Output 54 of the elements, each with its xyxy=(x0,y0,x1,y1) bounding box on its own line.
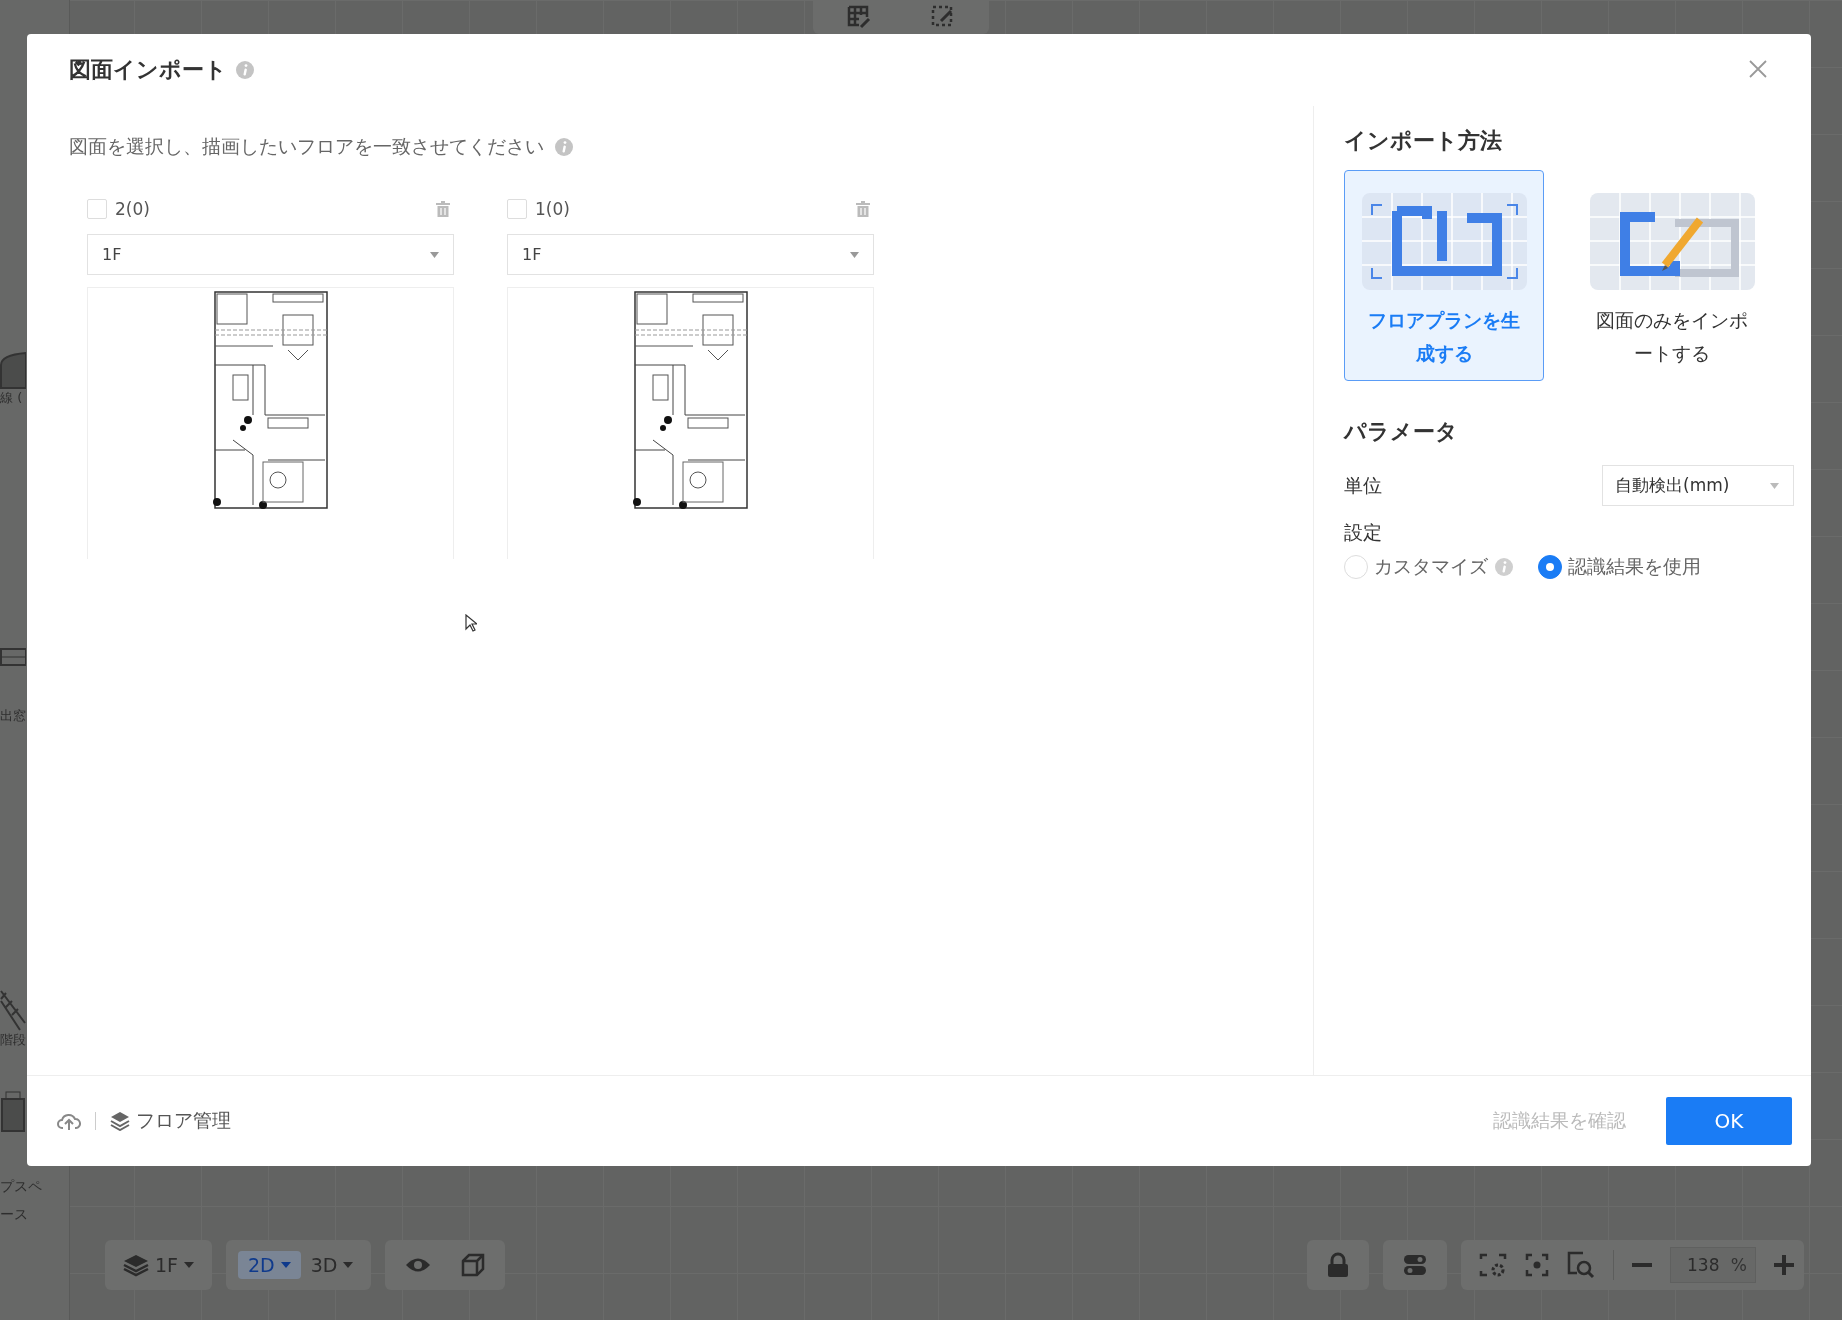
close-icon xyxy=(1749,59,1767,78)
view-mode-tab[interactable]: 2D xyxy=(238,1251,301,1279)
radio-label: 認識結果を使用 xyxy=(1568,554,1701,579)
drawing-name: 2(0) xyxy=(115,199,150,219)
unit-dropdown[interactable]: 自動検出(mm) xyxy=(1602,465,1794,506)
layers-icon xyxy=(110,1111,130,1131)
caret-icon xyxy=(280,1261,291,1269)
caret-icon xyxy=(430,251,439,258)
eye-icon[interactable] xyxy=(405,1256,432,1274)
radio-button[interactable] xyxy=(1538,555,1562,579)
caret-icon xyxy=(1770,482,1779,489)
trash-icon[interactable] xyxy=(856,201,870,217)
cursor-icon xyxy=(465,614,477,632)
dashed-edit-icon[interactable] xyxy=(931,5,955,29)
dialog-title: 図面インポート xyxy=(69,56,227,84)
caret-icon xyxy=(184,1261,195,1269)
trash-icon[interactable] xyxy=(436,201,450,217)
instruction-text: 図面を選択し、描画したいフロアを一致させてください xyxy=(69,134,544,159)
zoom-in-icon[interactable] xyxy=(1774,1255,1794,1275)
cabinet-drawing xyxy=(0,1089,26,1133)
field-label: 設定 xyxy=(1344,520,1383,545)
plan-pencil-icon xyxy=(1589,193,1755,290)
ok-button[interactable]: OK xyxy=(1666,1097,1792,1145)
sidebar-label: ース xyxy=(0,1205,29,1223)
section-title: パラメータ xyxy=(1344,418,1459,446)
radio-label: カスタマイズ xyxy=(1374,554,1488,579)
info-icon xyxy=(554,137,574,157)
info-icon xyxy=(235,60,255,80)
cube-icon[interactable] xyxy=(461,1253,486,1277)
view-mode-tab[interactable]: 3D xyxy=(304,1251,360,1279)
sidebar-label: 階段 xyxy=(0,1031,27,1049)
import-option[interactable]: フロアプランを生成する xyxy=(1344,170,1544,381)
layers-icon xyxy=(123,1253,149,1277)
floor-dropdown[interactable]: 1F xyxy=(507,234,874,275)
floor-management-button[interactable]: フロア管理 xyxy=(110,1108,231,1134)
view-settings-icon[interactable] xyxy=(1479,1253,1507,1277)
field-label: 単位 xyxy=(1344,472,1382,498)
drawing-name: 1(0) xyxy=(535,199,570,219)
zoom-unit: % xyxy=(1730,1255,1747,1275)
zoom-value: 138 xyxy=(1687,1255,1720,1275)
caret-icon xyxy=(343,1261,354,1269)
zoom-fit-icon[interactable] xyxy=(1567,1251,1595,1279)
grid-edit-icon[interactable] xyxy=(847,5,871,29)
upload-cloud-icon[interactable] xyxy=(57,1111,81,1131)
checkbox[interactable] xyxy=(87,199,107,219)
lock-icon[interactable] xyxy=(1327,1252,1349,1278)
focus-icon[interactable] xyxy=(1525,1253,1549,1277)
window-drawing xyxy=(0,647,26,667)
toggle-icon[interactable] xyxy=(1403,1254,1427,1276)
checkbox[interactable] xyxy=(507,199,527,219)
section-title: インポート方法 xyxy=(1344,127,1503,155)
floor-dropdown[interactable]: 1F xyxy=(87,234,454,275)
floor-plan-icon xyxy=(1361,193,1527,290)
caret-icon xyxy=(850,251,859,258)
